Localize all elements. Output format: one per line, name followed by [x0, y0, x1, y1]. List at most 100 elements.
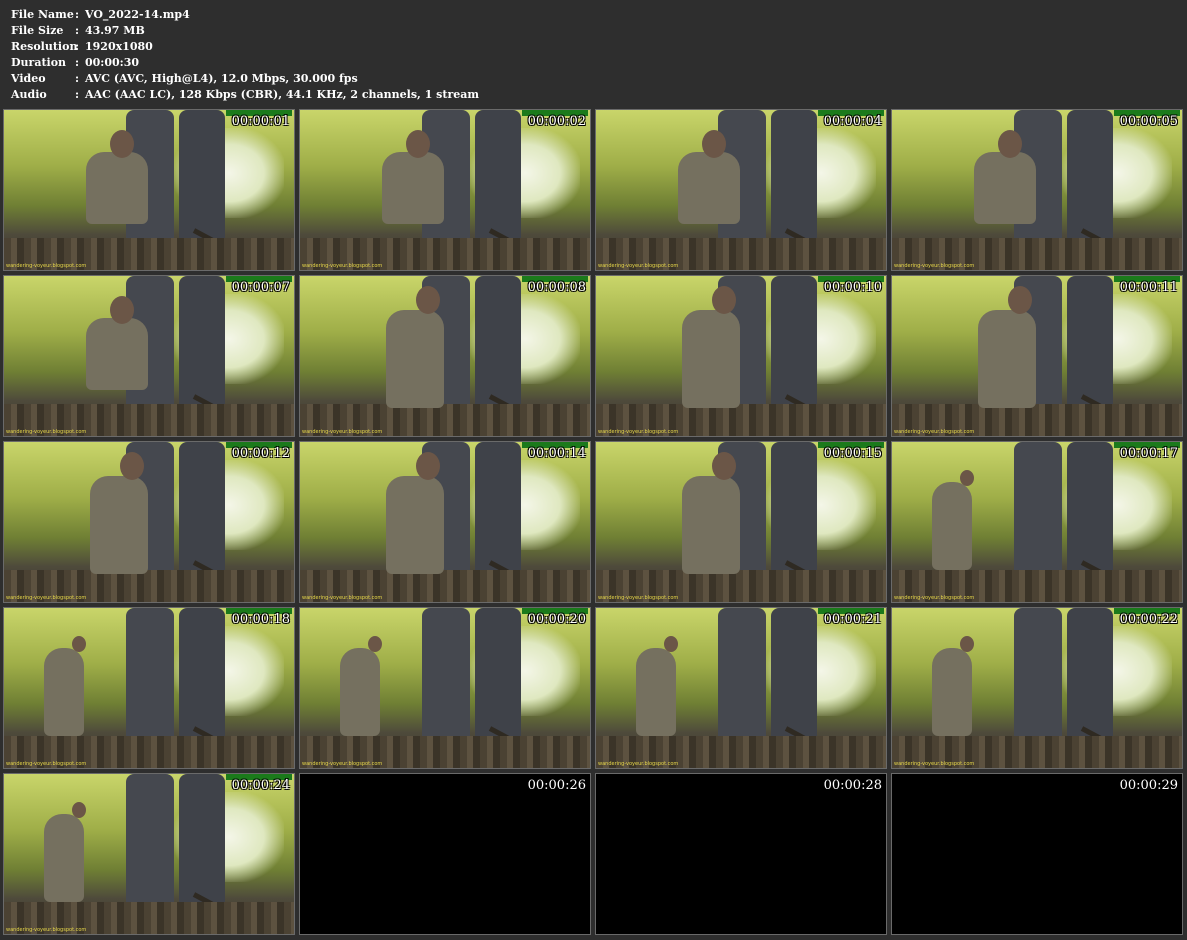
person-head [1008, 286, 1032, 314]
person-head [416, 286, 440, 314]
info-separator: : [75, 56, 80, 69]
tree-trunk [126, 608, 174, 738]
person-figure [682, 476, 740, 574]
timestamp-label: 00:00:22 [1119, 612, 1178, 627]
thumbnail-frame: wandering-voyeur.blogspot.com 00:00:21 [595, 607, 887, 769]
watermark-text: wandering-voyeur.blogspot.com [302, 761, 383, 767]
tree-trunk [126, 774, 174, 904]
tree-trunk [422, 608, 470, 738]
timestamp-label: 00:00:17 [1119, 446, 1178, 461]
tree-trunk [179, 276, 225, 406]
info-value: VO_2022-14.mp4 [85, 8, 190, 21]
person-head [998, 130, 1022, 158]
timestamp-label: 00:00:14 [527, 446, 586, 461]
tree-trunk [1067, 608, 1113, 738]
thumbnail-frame: wandering-voyeur.blogspot.com 00:00:24 [3, 773, 295, 935]
thumbnail-frame: wandering-voyeur.blogspot.com 00:00:11 [891, 275, 1183, 437]
person-figure [682, 310, 740, 408]
person-head [110, 296, 134, 324]
person-figure [636, 648, 676, 736]
watermark-text: wandering-voyeur.blogspot.com [6, 429, 87, 435]
info-value: AAC (AAC LC), 128 Kbps (CBR), 44.1 KHz, … [85, 88, 480, 101]
info-value: 1920x1080 [85, 40, 153, 53]
thumbnail-frame: wandering-voyeur.blogspot.com 00:00:08 [299, 275, 591, 437]
timestamp-label: 00:00:26 [527, 778, 586, 793]
timestamp-label: 00:00:18 [231, 612, 290, 627]
tree-trunk [771, 110, 817, 240]
thumbnail-grid: wandering-voyeur.blogspot.com 00:00:01 wan… [3, 109, 1185, 938]
tree-trunk [179, 110, 225, 240]
tree-trunk [475, 110, 521, 240]
watermark-text: wandering-voyeur.blogspot.com [894, 263, 975, 269]
tree-trunk [475, 608, 521, 738]
info-value: AVC (AVC, High@L4), 12.0 Mbps, 30.000 fp… [85, 72, 358, 85]
timestamp-label: 00:00:15 [823, 446, 882, 461]
person-head [960, 470, 974, 486]
info-key: File Name [11, 8, 74, 21]
timestamp-label: 00:00:10 [823, 280, 882, 295]
tree-trunk [179, 774, 225, 904]
info-key: File Size [11, 24, 64, 37]
file-info-row: Audio: AAC (AAC LC), 128 Kbps (CBR), 44.1… [11, 87, 479, 103]
timestamp-label: 00:00:20 [527, 612, 586, 627]
thumbnail-frame: wandering-voyeur.blogspot.com 00:00:12 [3, 441, 295, 603]
person-figure [932, 482, 972, 570]
timestamp-label: 00:00:21 [823, 612, 882, 627]
watermark-text: wandering-voyeur.blogspot.com [6, 595, 87, 601]
watermark-text: wandering-voyeur.blogspot.com [598, 595, 679, 601]
thumbnail-frame: wandering-voyeur.blogspot.com 00:00:18 [3, 607, 295, 769]
person-head [416, 452, 440, 480]
timestamp-label: 00:00:12 [231, 446, 290, 461]
thumbnail-frame: wandering-voyeur.blogspot.com 00:00:04 [595, 109, 887, 271]
thumbnail-frame: wandering-voyeur.blogspot.com 00:00:05 [891, 109, 1183, 271]
tree-trunk [475, 276, 521, 406]
tree-trunk [1067, 110, 1113, 240]
watermark-text: wandering-voyeur.blogspot.com [6, 927, 87, 933]
thumbnail-frame: 00:00:26 [299, 773, 591, 935]
tree-trunk [1014, 608, 1062, 738]
timestamp-label: 00:00:08 [527, 280, 586, 295]
timestamp-label: 00:00:02 [527, 114, 586, 129]
info-value: 00:00:30 [85, 56, 140, 69]
person-figure [90, 476, 148, 574]
thumbnail-frame: wandering-voyeur.blogspot.com 00:00:20 [299, 607, 591, 769]
person-figure [382, 152, 444, 224]
watermark-text: wandering-voyeur.blogspot.com [6, 761, 87, 767]
person-figure [340, 648, 380, 736]
person-head [712, 452, 736, 480]
person-head [110, 130, 134, 158]
info-separator: : [75, 88, 80, 101]
person-head [406, 130, 430, 158]
file-info-row: File Size:43.97 MB [11, 23, 479, 39]
info-separator: : [75, 40, 80, 53]
watermark-text: wandering-voyeur.blogspot.com [6, 263, 87, 269]
person-figure [932, 648, 972, 736]
timestamp-label: 00:00:04 [823, 114, 882, 129]
info-separator: : [75, 24, 80, 37]
tree-trunk [771, 276, 817, 406]
info-separator: : [75, 8, 80, 21]
thumbnail-frame: wandering-voyeur.blogspot.com 00:00:07 [3, 275, 295, 437]
thumbnail-frame: wandering-voyeur.blogspot.com 00:00:01 [3, 109, 295, 271]
tree-trunk [771, 608, 817, 738]
person-head [960, 636, 974, 652]
timestamp-label: 00:00:28 [823, 778, 882, 793]
info-value: 43.97 MB [85, 24, 145, 37]
person-figure [44, 814, 84, 902]
watermark-text: wandering-voyeur.blogspot.com [894, 429, 975, 435]
watermark-text: wandering-voyeur.blogspot.com [302, 595, 383, 601]
tree-trunk [1067, 442, 1113, 572]
person-head [702, 130, 726, 158]
person-figure [386, 310, 444, 408]
person-head [72, 802, 86, 818]
timestamp-label: 00:00:29 [1119, 778, 1178, 793]
tree-trunk [718, 608, 766, 738]
person-head [664, 636, 678, 652]
tree-trunk [771, 442, 817, 572]
person-figure [86, 318, 148, 390]
watermark-text: wandering-voyeur.blogspot.com [894, 595, 975, 601]
timestamp-label: 00:00:24 [231, 778, 290, 793]
info-key: Resolution [11, 40, 78, 53]
tree-trunk [475, 442, 521, 572]
file-info-row: Resolution:1920x1080 [11, 39, 479, 55]
